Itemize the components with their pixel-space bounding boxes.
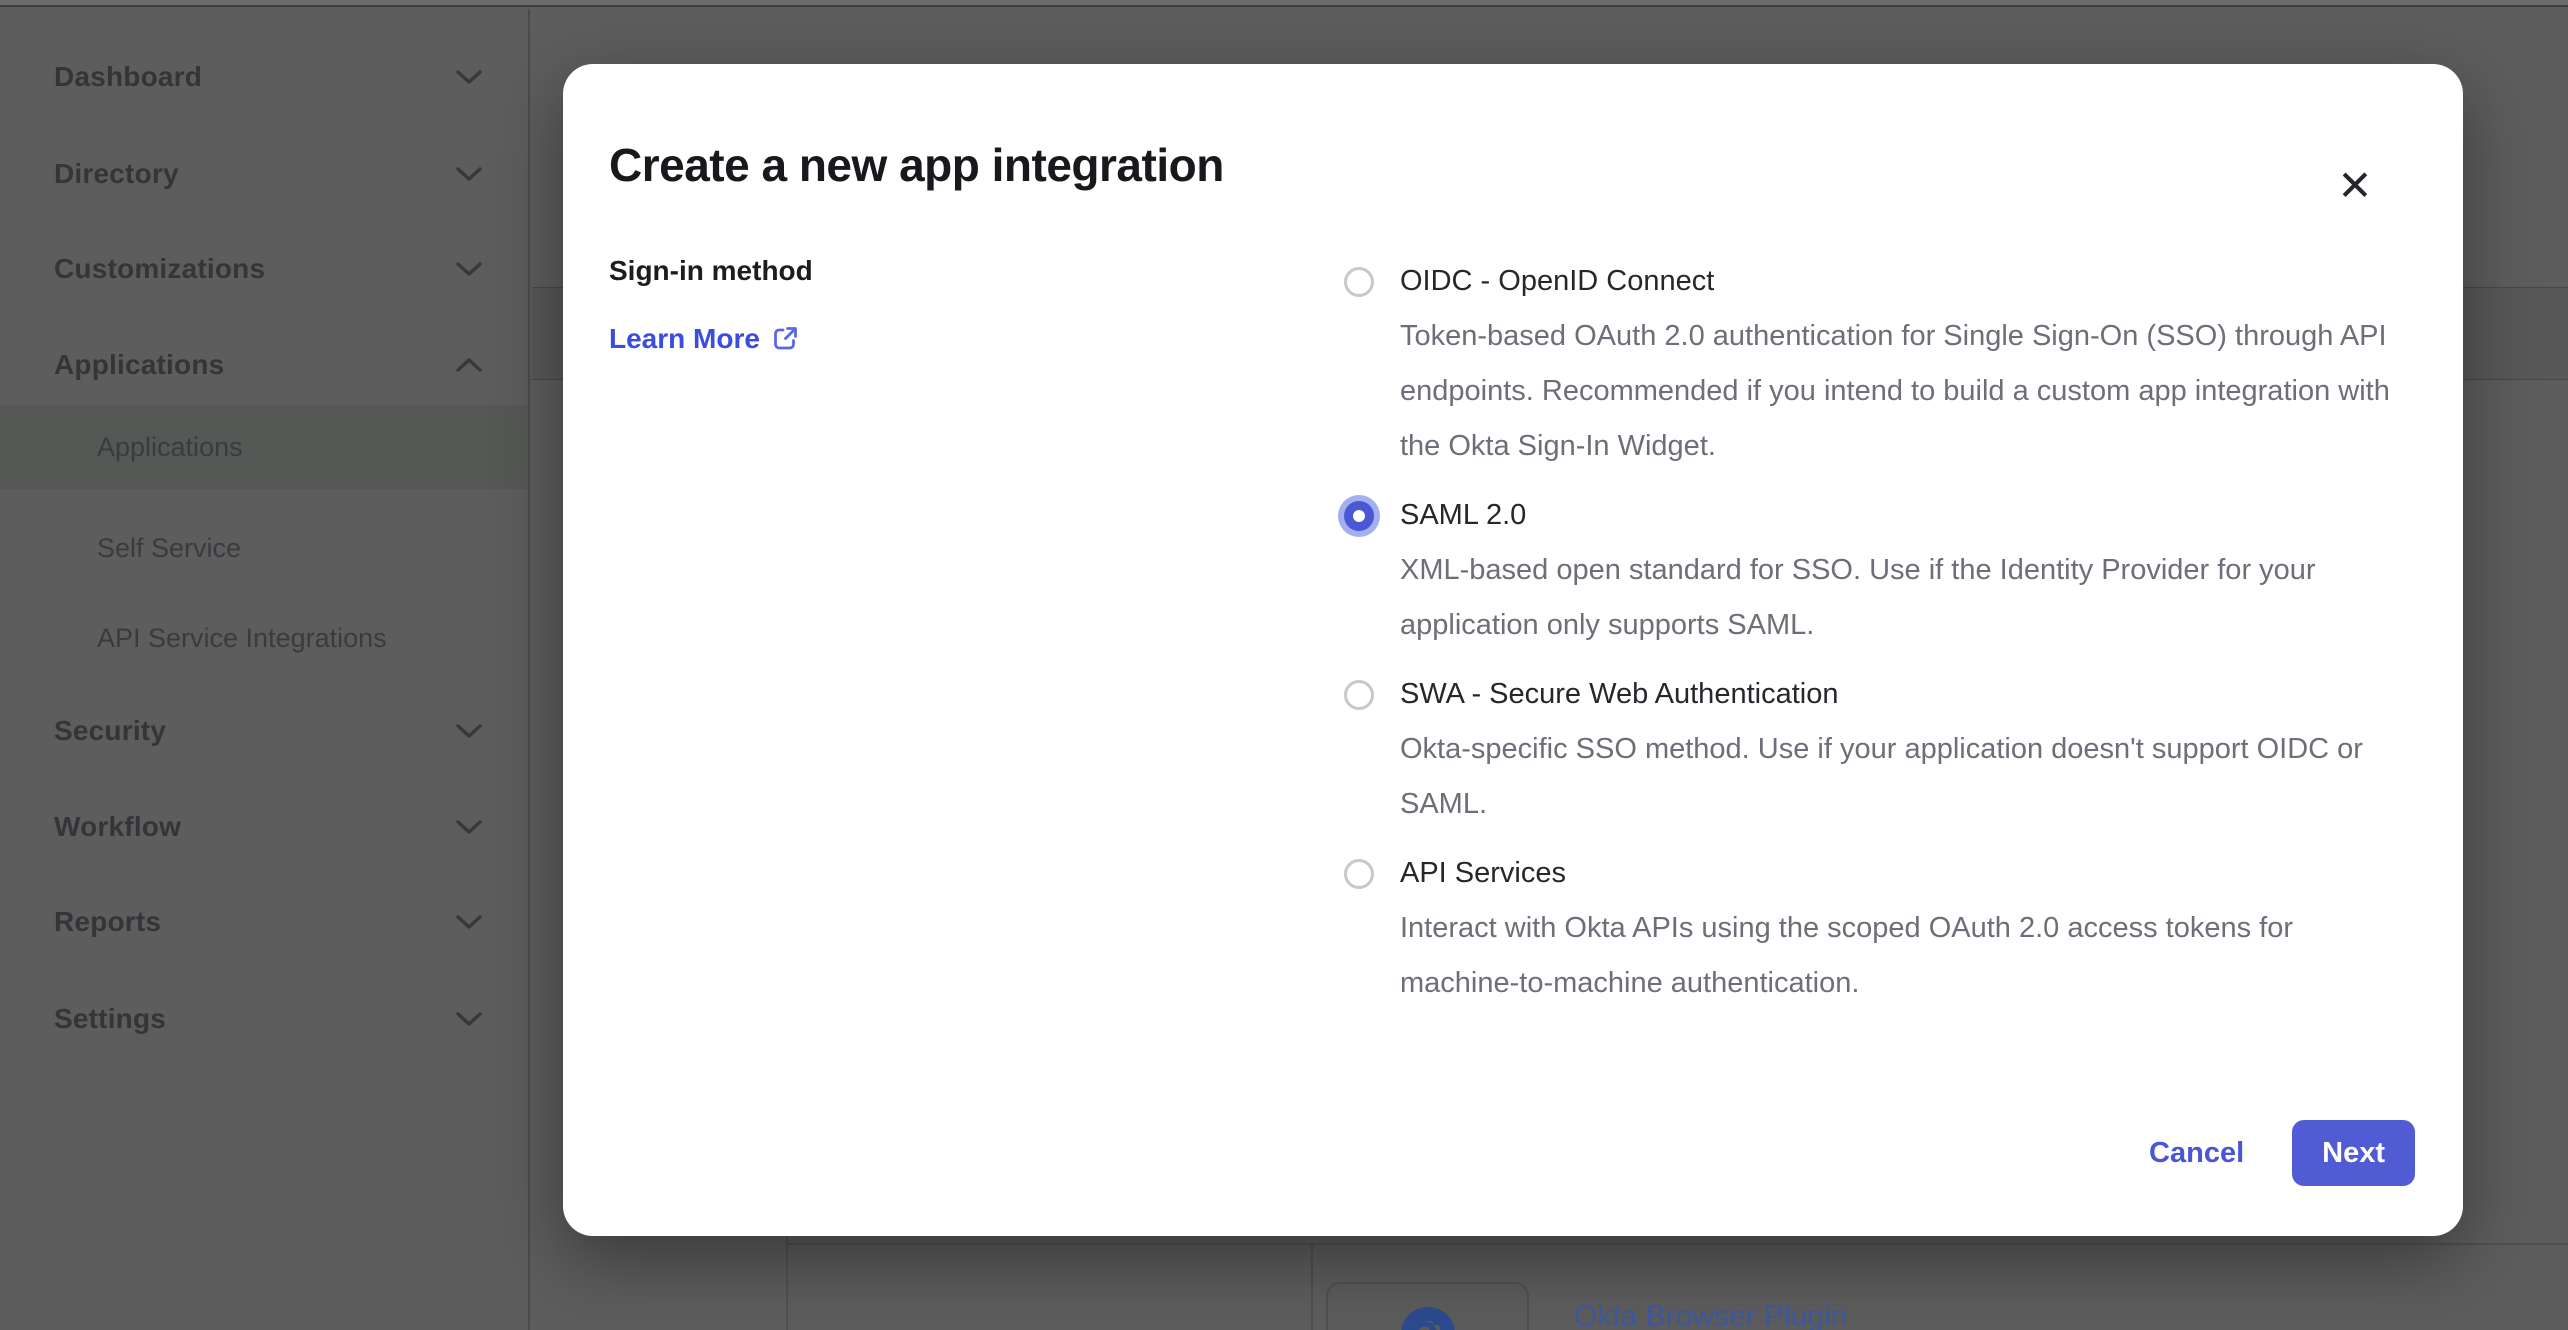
sign-in-method-options: OIDC - OpenID Connect Token-based OAuth … (1344, 254, 2415, 1011)
chevron-down-icon (456, 915, 482, 929)
sidebar-item-applications[interactable]: Applications (0, 337, 528, 393)
next-button[interactable]: Next (2292, 1120, 2415, 1186)
option-saml-label[interactable]: SAML 2.0 (1400, 488, 2400, 543)
chevron-up-icon (456, 358, 482, 372)
sidebar-subitem-api-service-integrations[interactable]: API Service Integrations (0, 610, 528, 666)
option-api-services-description: Interact with Okta APIs using the scoped… (1400, 901, 2400, 1011)
chevron-down-icon (456, 724, 482, 738)
dialog-footer: Cancel Next (2149, 1120, 2415, 1186)
sidebar-item-security[interactable]: Security (0, 703, 528, 759)
content-divider-horizontal (788, 1243, 2568, 1245)
option-api-services[interactable]: API Services Interact with Okta APIs usi… (1344, 846, 2415, 1011)
option-oidc-description: Token-based OAuth 2.0 authentication for… (1400, 309, 2400, 474)
okta-browser-plugin-link[interactable]: Okta Browser Plugin (1574, 1300, 1847, 1330)
learn-more-link[interactable]: Learn More (609, 323, 799, 355)
radio-saml-selected[interactable] (1344, 501, 1374, 531)
chevron-down-icon (456, 820, 482, 834)
close-icon[interactable]: ✕ (2329, 160, 2381, 212)
okta-plugin-icon (1399, 1305, 1457, 1330)
top-bar (0, 0, 2568, 7)
sign-in-method-label: Sign-in method (609, 254, 1344, 288)
sidebar-subitem-self-service[interactable]: Self Service (0, 520, 528, 576)
sidebar-item-dashboard[interactable]: Dashboard (0, 49, 528, 105)
chevron-down-icon (456, 1012, 482, 1026)
sidebar: Dashboard Directory Customizations Appli… (0, 9, 530, 1330)
learn-more-text: Learn More (609, 323, 760, 355)
create-app-integration-dialog: ✕ Create a new app integration Sign-in m… (563, 64, 2463, 1236)
dialog-title: Create a new app integration (609, 139, 2415, 192)
radio-oidc[interactable] (1344, 267, 1374, 297)
sidebar-item-workflow[interactable]: Workflow (0, 799, 528, 855)
cancel-button[interactable]: Cancel (2149, 1137, 2244, 1170)
sidebar-item-customizations[interactable]: Customizations (0, 241, 528, 297)
content-divider-vertical (1311, 1245, 1313, 1330)
okta-browser-plugin-card[interactable] (1326, 1282, 1529, 1330)
sidebar-item-directory[interactable]: Directory (0, 146, 528, 202)
option-api-services-label[interactable]: API Services (1400, 846, 2400, 901)
option-swa-label[interactable]: SWA - Secure Web Authentication (1400, 667, 2400, 722)
option-oidc[interactable]: OIDC - OpenID Connect Token-based OAuth … (1344, 254, 2415, 474)
option-swa-description: Okta-specific SSO method. Use if your ap… (1400, 722, 2400, 832)
sign-in-method-column: Sign-in method Learn More (609, 254, 1344, 1011)
sidebar-item-reports[interactable]: Reports (0, 894, 528, 950)
radio-swa[interactable] (1344, 680, 1374, 710)
option-saml-description: XML-based open standard for SSO. Use if … (1400, 543, 2400, 653)
radio-api-services[interactable] (1344, 859, 1374, 889)
option-oidc-label[interactable]: OIDC - OpenID Connect (1400, 254, 2400, 309)
content-divider-vertical (786, 1236, 788, 1330)
dialog-body: Sign-in method Learn More OIDC - OpenID … (609, 254, 2415, 1011)
external-link-icon (772, 325, 799, 352)
sidebar-subitem-applications[interactable]: Applications (0, 405, 528, 489)
chevron-down-icon (456, 70, 482, 84)
chevron-down-icon (456, 262, 482, 276)
chevron-down-icon (456, 167, 482, 181)
option-saml[interactable]: SAML 2.0 XML-based open standard for SSO… (1344, 488, 2415, 653)
sidebar-item-settings[interactable]: Settings (0, 991, 528, 1047)
option-swa[interactable]: SWA - Secure Web Authentication Okta-spe… (1344, 667, 2415, 832)
